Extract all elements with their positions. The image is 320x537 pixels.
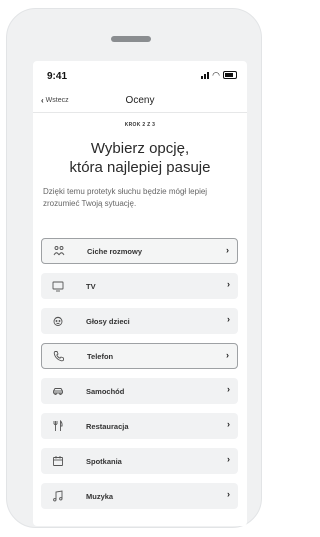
- tv-icon: [51, 279, 65, 293]
- wifi-icon: ◠: [212, 70, 220, 80]
- option-car[interactable]: Samochód ›: [41, 378, 238, 404]
- option-meetings[interactable]: Spotkania ›: [41, 448, 238, 474]
- phone-icon: [52, 349, 66, 363]
- people-icon: [52, 244, 66, 258]
- speaker-grille: [111, 36, 151, 42]
- headline-line-2: która najlepiej pasuje: [69, 159, 211, 176]
- step-indicator: KROK 2 Z 3: [124, 122, 156, 128]
- child-icon: [51, 314, 65, 328]
- battery-icon: [223, 71, 237, 79]
- option-label: Głosy dzieci: [86, 316, 130, 326]
- chevron-right-icon: ›: [227, 279, 230, 289]
- chevron-right-icon: ›: [226, 350, 229, 360]
- chevron-right-icon: ›: [227, 419, 230, 429]
- chevron-right-icon: ›: [227, 384, 230, 394]
- option-label: Telefon: [87, 351, 114, 361]
- chevron-right-icon: ›: [227, 489, 230, 499]
- option-label: Samochód: [86, 386, 125, 396]
- option-label: Restauracja: [86, 421, 129, 431]
- app-screen: 9:41 ◠ ‹ Wstecz Oceny KROK 2 Z 3 Wybierz…: [33, 61, 247, 526]
- option-label: Spotkania: [86, 456, 122, 466]
- option-quiet-conversations[interactable]: Ciche rozmowy ›: [41, 238, 238, 264]
- option-restaurant[interactable]: Restauracja ›: [41, 413, 238, 439]
- options-list: Ciche rozmowy › TV › Głosy dzieci › Tele…: [41, 238, 238, 518]
- headline-line-1: Wybierz opcję,: [90, 140, 190, 157]
- headline: Wybierz opcję, która najlepiej pasuje: [33, 139, 247, 177]
- chevron-right-icon: ›: [226, 245, 229, 255]
- option-label: TV: [86, 281, 96, 291]
- status-icons: ◠: [201, 70, 237, 80]
- option-label: Muzyka: [86, 491, 114, 501]
- calendar-icon: [51, 454, 65, 468]
- music-icon: [51, 489, 65, 503]
- option-phone[interactable]: Telefon ›: [41, 343, 238, 369]
- chevron-right-icon: ›: [227, 454, 230, 464]
- cutlery-icon: [51, 419, 65, 433]
- subtitle: Dzięki temu protetyk słuchu będzie mógł …: [43, 187, 208, 208]
- option-label: Ciche rozmowy: [87, 246, 143, 256]
- page-title: Oceny: [125, 95, 155, 106]
- navigation-bar: ‹ Wstecz Oceny: [33, 92, 247, 113]
- option-children-voices[interactable]: Głosy dzieci ›: [41, 308, 238, 334]
- car-icon: [51, 384, 65, 398]
- chevron-right-icon: ›: [227, 314, 230, 324]
- option-tv[interactable]: TV ›: [41, 273, 238, 299]
- option-music[interactable]: Muzyka ›: [41, 483, 238, 509]
- status-time: 9:41: [47, 71, 68, 82]
- signal-icon: [201, 71, 210, 79]
